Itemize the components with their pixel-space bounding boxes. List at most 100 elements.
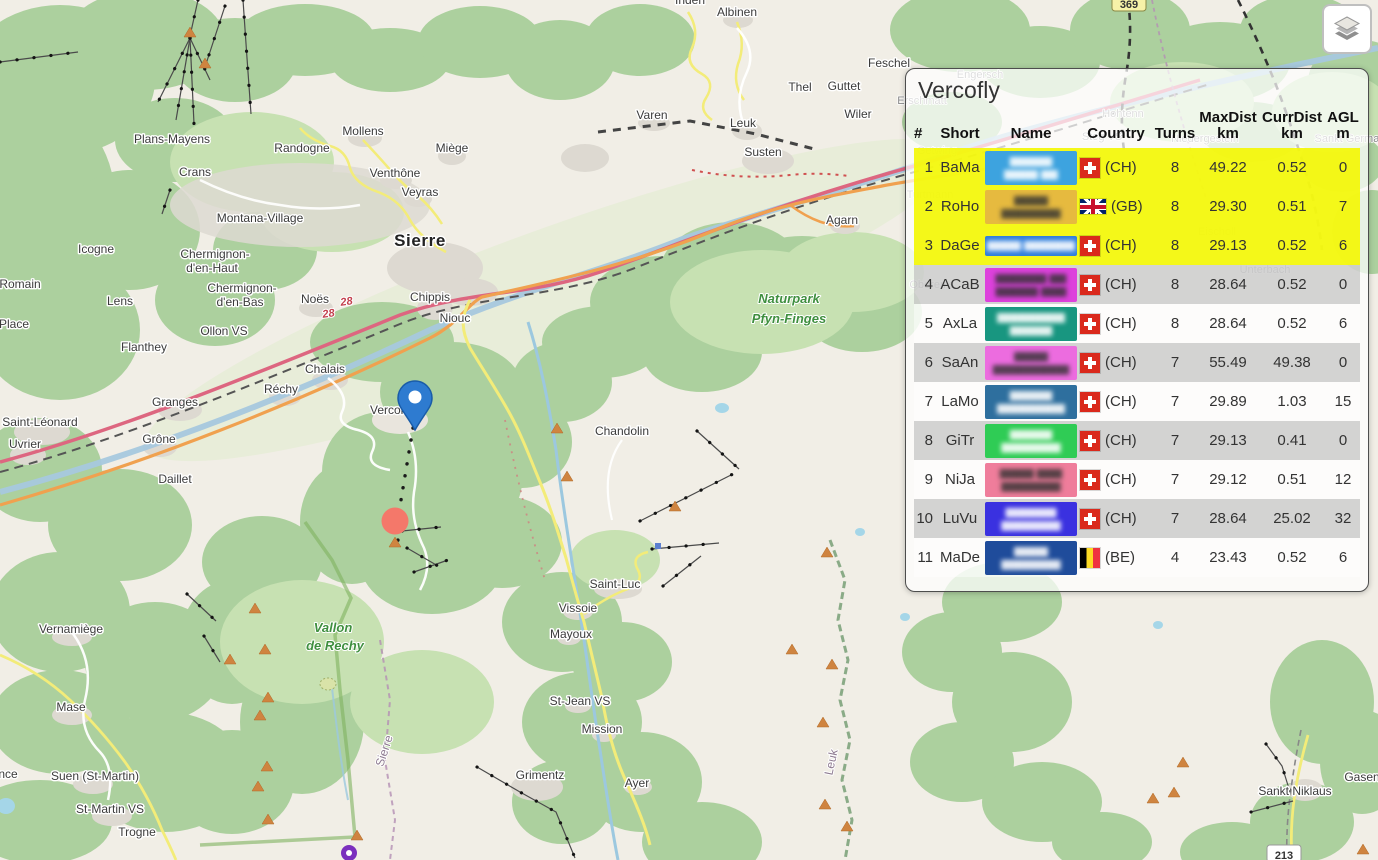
- country-flag-icon: [1080, 158, 1100, 178]
- pilot-name-badge: ▆▆▆▆▆▆▆▆▆▆▆▆: [984, 424, 1078, 458]
- country-flag-icon: [1080, 236, 1100, 256]
- country-cell: (CH): [1078, 509, 1154, 529]
- maxdist-cell: 28.64: [1196, 276, 1260, 293]
- table-row[interactable]: 10 LuVu ▆▆▆▆▆▆▆▆▆▆▆▆▆ (CH) 7 28.64 25.02…: [914, 499, 1360, 538]
- leaderboard-rows: 1 BaMa ▆▆▆▆▆▆▆▆▆ ▆▆ (CH) 8 49.22 0.52 0 …: [914, 148, 1360, 577]
- map-label: Sierre: [394, 231, 446, 250]
- currdist-cell: 1.03: [1260, 393, 1324, 410]
- map-label: Sankt Niklaus: [1258, 784, 1331, 798]
- map-label: Wiler: [844, 107, 871, 121]
- pilot-name-badge: ▆▆▆▆ ▆▆▆▆▆▆▆▆▆▆: [984, 463, 1078, 497]
- col-short: Short: [936, 126, 984, 142]
- map-label: de Rechy: [306, 638, 365, 653]
- map-label: Chalais: [305, 362, 345, 376]
- maxdist-cell: 29.13: [1196, 237, 1260, 254]
- map-label: Susten: [744, 145, 781, 159]
- maxdist-cell: 49.22: [1196, 159, 1260, 176]
- rank-cell: 7: [914, 393, 936, 410]
- map-label: nce: [0, 767, 18, 781]
- map-label: Thel: [788, 80, 811, 94]
- agl-cell: 0: [1324, 159, 1362, 176]
- agl-cell: 15: [1324, 393, 1362, 410]
- map-label: Vallon: [314, 620, 353, 635]
- map-label: Lens: [107, 294, 133, 308]
- country-flag-icon: [1080, 509, 1100, 529]
- country-cell: (CH): [1078, 353, 1154, 373]
- country-code: (CH): [1105, 471, 1137, 488]
- turns-cell: 8: [1154, 237, 1196, 254]
- map-label: St-Jean VS: [550, 694, 611, 708]
- table-row[interactable]: 4 ACaB ▆▆▆▆▆▆ ▆▆▆▆▆▆▆ ▆▆▆ (CH) 8 28.64 0…: [914, 265, 1360, 304]
- layers-control-button[interactable]: [1322, 4, 1372, 54]
- country-code: (CH): [1105, 237, 1137, 254]
- agl-cell: 12: [1324, 471, 1362, 488]
- map-label: Trogne: [118, 825, 156, 839]
- table-row[interactable]: 8 GiTr ▆▆▆▆▆▆▆▆▆▆▆▆ (CH) 7 29.13 0.41 0: [914, 421, 1360, 460]
- agl-cell: 6: [1324, 315, 1362, 332]
- table-row[interactable]: 3 DaGe ▆▆▆▆ ▆▆▆▆▆▆ (CH) 8 29.13 0.52 6: [914, 226, 1360, 265]
- country-flag-icon: [1080, 353, 1100, 373]
- rank-cell: 5: [914, 315, 936, 332]
- country-code: (CH): [1105, 315, 1137, 332]
- map-label: St-Martin VS: [76, 802, 144, 816]
- turns-cell: 8: [1154, 315, 1196, 332]
- map-label: Saint-Léonard: [2, 415, 77, 429]
- turns-cell: 7: [1154, 432, 1196, 449]
- map-label: Guttet: [828, 79, 861, 93]
- currdist-cell: 0.52: [1260, 549, 1324, 566]
- map-label: Veyras: [402, 185, 439, 199]
- map-label: d'en-Haut: [186, 261, 238, 275]
- table-row[interactable]: 7 LaMo ▆▆▆▆▆▆▆▆▆▆▆▆▆ (CH) 7 29.89 1.03 1…: [914, 382, 1360, 421]
- table-row[interactable]: 2 RoHo ▆▆▆▆▆▆▆▆▆▆▆ (GB) 8 29.30 0.51 7: [914, 187, 1360, 226]
- col-country: Country: [1078, 126, 1154, 142]
- country-flag-icon: [1080, 314, 1100, 334]
- turns-cell: 7: [1154, 510, 1196, 527]
- pilot-short-code: MaDe: [936, 549, 984, 566]
- currdist-cell: 25.02: [1260, 510, 1324, 527]
- table-row[interactable]: 6 SaAn ▆▆▆▆▆▆▆▆▆▆▆▆▆ (CH) 7 55.49 49.38 …: [914, 343, 1360, 382]
- map-label: Agarn: [826, 213, 858, 227]
- map-label: 28: [339, 295, 355, 309]
- maxdist-cell: 23.43: [1196, 549, 1260, 566]
- map-label: Gasenried: [1344, 770, 1378, 784]
- turns-cell: 8: [1154, 159, 1196, 176]
- country-cell: (CH): [1078, 392, 1154, 412]
- pilot-name-badge: ▆▆▆▆▆▆▆▆▆▆▆▆▆: [984, 502, 1078, 536]
- country-code: (CH): [1105, 393, 1137, 410]
- map-label: Mayoux: [550, 627, 592, 641]
- pilot-short-code: DaGe: [936, 237, 984, 254]
- pilot-short-code: LuVu: [936, 510, 984, 527]
- map-label: Inden: [675, 0, 705, 7]
- layers-icon: [1330, 12, 1364, 46]
- map-label: Montana-Village: [217, 211, 304, 225]
- map-label: Daillet: [158, 472, 192, 486]
- table-row[interactable]: 9 NiJa ▆▆▆▆ ▆▆▆▆▆▆▆▆▆▆ (CH) 7 29.12 0.51…: [914, 460, 1360, 499]
- map-label: Pfyn-Finges: [752, 311, 826, 326]
- map-label: Leuk: [730, 116, 757, 130]
- map-label: Grimentz: [516, 768, 565, 782]
- map-label: Naturpark: [758, 291, 820, 306]
- pilot-short-code: NiJa: [936, 471, 984, 488]
- rank-cell: 1: [914, 159, 936, 176]
- table-row[interactable]: 5 AxLa ▆▆▆▆▆▆▆▆▆▆▆▆▆ (CH) 8 28.64 0.52 6: [914, 304, 1360, 343]
- rank-cell: 11: [914, 549, 936, 566]
- col-rank: #: [914, 126, 936, 142]
- country-code: (CH): [1105, 276, 1137, 293]
- table-row[interactable]: 1 BaMa ▆▆▆▆▆▆▆▆▆ ▆▆ (CH) 8 49.22 0.52 0: [914, 148, 1360, 187]
- map-canvas[interactable]: Plans-MayensCransRandogneMollensMiègeVen…: [0, 0, 1378, 860]
- rank-cell: 4: [914, 276, 936, 293]
- rank-cell: 9: [914, 471, 936, 488]
- table-header: # Short Name Country Turns MaxDistkm Cur…: [914, 110, 1360, 148]
- country-cell: (CH): [1078, 431, 1154, 451]
- country-code: (CH): [1105, 159, 1137, 176]
- currdist-cell: 0.52: [1260, 237, 1324, 254]
- map-label: Place: [0, 317, 29, 331]
- position-circle-marker[interactable]: [382, 508, 409, 535]
- map-label: Plans-Mayens: [134, 132, 210, 146]
- maxdist-cell: 29.13: [1196, 432, 1260, 449]
- country-cell: (BE): [1078, 548, 1154, 568]
- pilot-name-badge: ▆▆▆▆▆▆▆▆▆▆▆▆▆: [984, 346, 1078, 380]
- turns-cell: 8: [1154, 198, 1196, 215]
- table-row[interactable]: 11 MaDe ▆▆▆▆▆▆▆▆▆▆▆ (BE) 4 23.43 0.52 6: [914, 538, 1360, 577]
- map-label: Chermignon-: [180, 247, 249, 261]
